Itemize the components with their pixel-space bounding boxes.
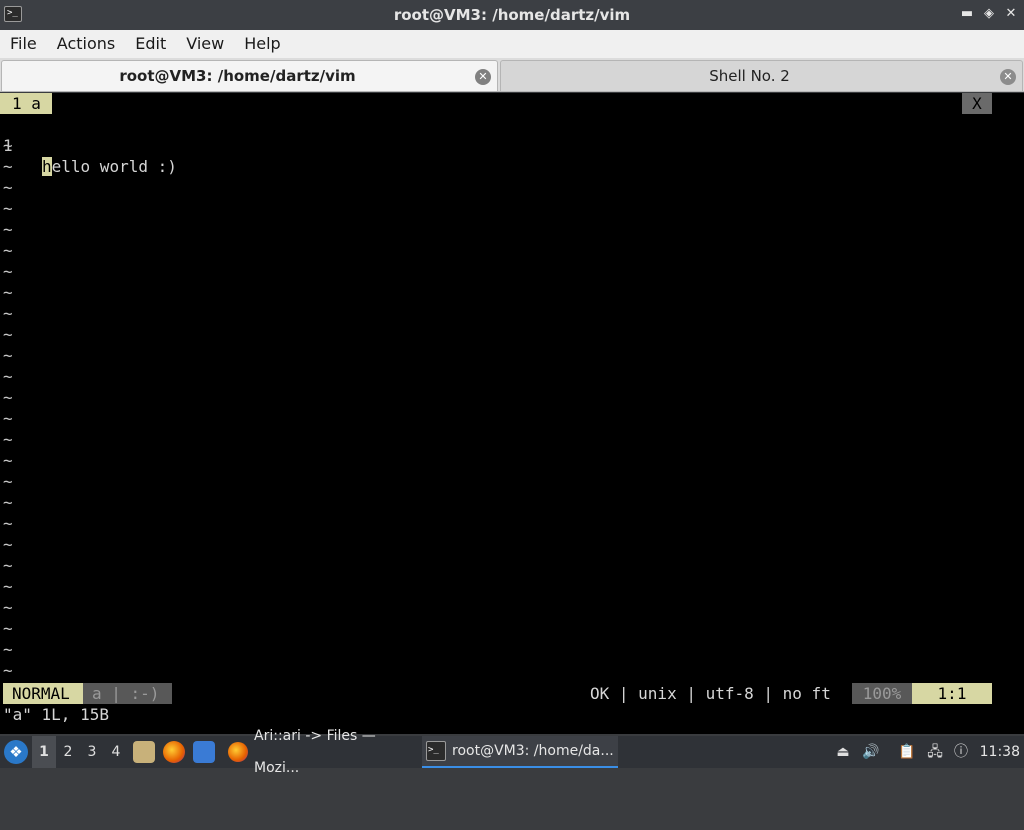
tilde-marker: ~ (3, 535, 13, 554)
tab-close-icon[interactable]: ✕ (475, 69, 491, 85)
firefox-icon (228, 742, 248, 762)
tilde-marker: ~ (3, 283, 13, 302)
tilde-marker: ~ (3, 451, 13, 470)
menu-file[interactable]: File (0, 30, 47, 58)
tilde-marker: ~ (3, 514, 13, 533)
taskbar-task-terminal[interactable]: >_ root@VM3: /home/da... (422, 736, 618, 768)
taskbar-task-firefox[interactable]: Ari::ari -> Files — Mozi... (224, 728, 420, 776)
tab-shell-2[interactable]: Shell No. 2 ✕ (500, 60, 1023, 91)
tilde-marker: ~ (3, 157, 13, 176)
tilde-marker: ~ (3, 619, 13, 638)
vim-statusline: NORMAL a | :-) OK | unix | utf-8 | no ft… (0, 683, 1024, 704)
tilde-marker: ~ (3, 556, 13, 575)
firefox-icon[interactable] (163, 741, 185, 763)
start-menu-icon[interactable]: ❖ (4, 740, 28, 764)
vim-scroll-percent: 100% (852, 683, 912, 704)
upload-icon[interactable]: ⏏ (834, 743, 852, 761)
terminal-area[interactable]: 1 a X 1 hello world :) ~ ~ ~ ~ ~ ~ ~ ~ ~ ~ ~ ~ ~ ~ ~ ~ ~… (0, 93, 1024, 734)
tab-vim[interactable]: root@VM3: /home/dartz/vim ✕ (1, 60, 498, 91)
vim-command-line[interactable]: "a" 1L, 15B (3, 704, 109, 725)
maximize-button[interactable]: ◈ (982, 6, 996, 22)
tilde-marker: ~ (3, 409, 13, 428)
tilde-marker: ~ (3, 199, 13, 218)
tilde-marker: ~ (3, 241, 13, 260)
show-desktop-icon[interactable] (193, 741, 215, 763)
tab-label: Shell No. 2 (709, 67, 790, 85)
task-label: Ari::ari -> Files — Mozi... (254, 728, 376, 776)
minimize-button[interactable]: ▬ (960, 6, 974, 22)
tilde-marker: ~ (3, 640, 13, 659)
workspace-4[interactable]: 4 (104, 736, 128, 768)
tilde-marker: ~ (3, 325, 13, 344)
vim-file-status: OK | unix | utf-8 | no ft (590, 684, 831, 703)
window-title: root@VM3: /home/dartz/vim (393, 6, 631, 24)
terminal-icon: >_ (426, 741, 446, 761)
workspace-2[interactable]: 2 (56, 736, 80, 768)
menu-actions[interactable]: Actions (47, 30, 125, 58)
clock[interactable]: 11:38 (980, 736, 1020, 768)
tilde-marker: ~ (3, 178, 13, 197)
tilde-marker: ~ (3, 388, 13, 407)
tilde-marker: ~ (3, 472, 13, 491)
workspace-3[interactable]: 3 (80, 736, 104, 768)
tab-close-icon[interactable]: ✕ (1000, 69, 1016, 85)
clipboard-icon[interactable]: 📋 (898, 743, 916, 761)
taskbar: ❖ 1 2 3 4 Ari::ari -> Files — Mozi... >_… (0, 728, 1024, 776)
tilde-marker: ~ (3, 367, 13, 386)
tilde-marker: ~ (3, 220, 13, 239)
vim-buffer-line: 1 a X (0, 93, 1024, 114)
tab-bar: root@VM3: /home/dartz/vim ✕ Shell No. 2 … (0, 58, 1024, 92)
tilde-marker: ~ (3, 262, 13, 281)
menu-bar: File Actions Edit View Help (0, 30, 1024, 58)
menu-help[interactable]: Help (234, 30, 290, 58)
task-label: root@VM3: /home/da... (452, 743, 614, 759)
volume-icon[interactable]: 🔊 (862, 743, 880, 761)
tilde-marker: ~ (3, 136, 13, 155)
tilde-marker: ~ (3, 304, 13, 323)
file-manager-icon[interactable] (133, 741, 155, 763)
menu-edit[interactable]: Edit (125, 30, 176, 58)
window-titlebar[interactable]: >_ root@VM3: /home/dartz/vim ▬ ◈ ✕ (0, 0, 1024, 30)
tilde-marker: ~ (3, 346, 13, 365)
tilde-marker: ~ (3, 430, 13, 449)
line-text-rest: ello world :) (51, 157, 177, 176)
vim-buffer-tab[interactable]: 1 a (0, 93, 52, 114)
workspace-1[interactable]: 1 (32, 736, 56, 768)
tilde-marker: ~ (3, 577, 13, 596)
vim-mode-indicator: NORMAL (3, 683, 83, 704)
tilde-marker: ~ (3, 598, 13, 617)
editor-line[interactable]: 1 hello world :) (0, 114, 177, 176)
network-icon[interactable]: 🖧 (926, 743, 944, 761)
notification-icon[interactable]: ⓘ (952, 743, 970, 761)
menu-view[interactable]: View (176, 30, 234, 58)
vim-file-info: a | :-) (83, 683, 172, 704)
text-cursor: h (42, 157, 52, 176)
vim-cursor-position: 1:1 (912, 683, 992, 704)
tilde-marker: ~ (3, 493, 13, 512)
close-window-button[interactable]: ✕ (1004, 6, 1018, 22)
line-text: hello world :) (42, 156, 177, 177)
tab-label: root@VM3: /home/dartz/vim (119, 67, 356, 85)
vim-buffer-close[interactable]: X (962, 93, 992, 114)
tilde-marker: ~ (3, 661, 13, 680)
